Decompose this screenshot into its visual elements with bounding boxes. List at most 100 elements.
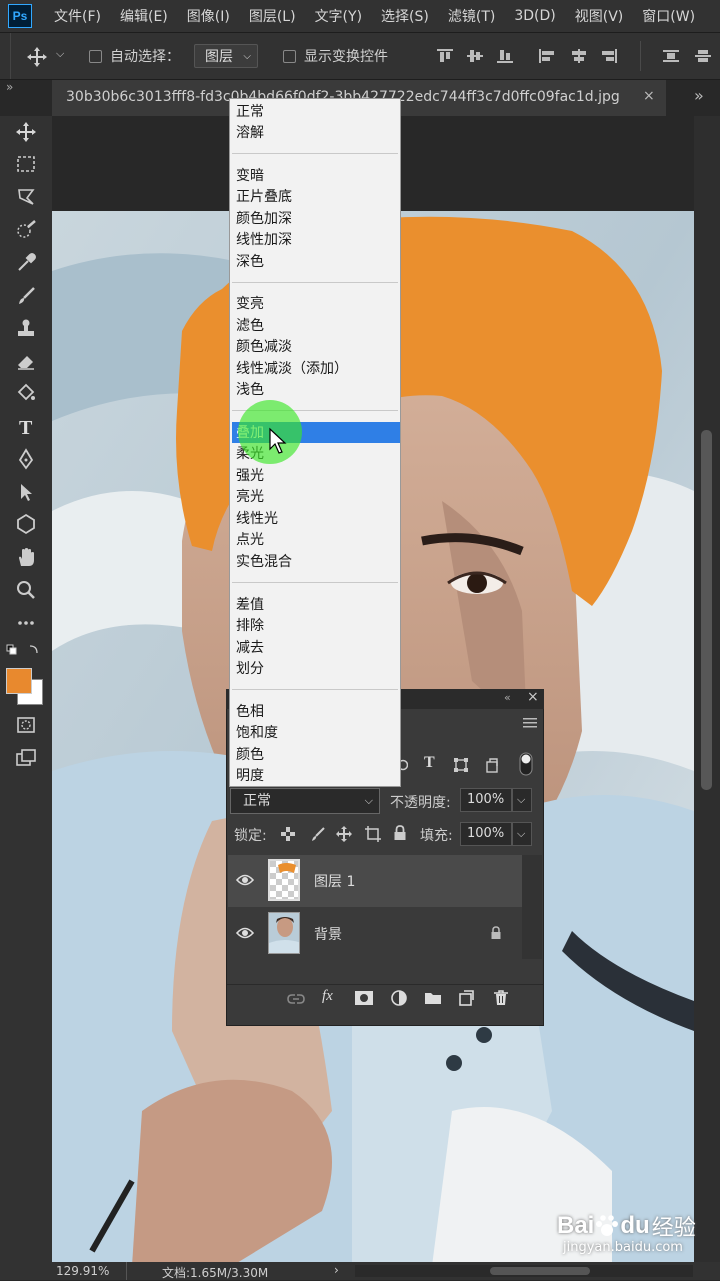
show-transform-checkbox[interactable] xyxy=(283,50,296,63)
zoom-tool-icon[interactable] xyxy=(13,579,39,601)
blend-difference[interactable]: 差值 xyxy=(236,596,264,614)
opacity-dropdown[interactable]: ⌵ xyxy=(512,788,532,812)
stamp-tool-icon[interactable] xyxy=(13,317,39,339)
fill-dropdown[interactable]: ⌵ xyxy=(512,822,532,846)
layer-row-background[interactable]: 背景 xyxy=(228,908,522,960)
filter-toggle-icon[interactable] xyxy=(519,752,533,776)
eye-icon[interactable] xyxy=(236,926,254,940)
menu-select[interactable]: 选择(S) xyxy=(381,6,429,26)
blend-exclusion[interactable]: 排除 xyxy=(236,617,264,635)
blend-screen[interactable]: 滤色 xyxy=(236,317,264,335)
more-tabs-icon[interactable]: » xyxy=(694,86,704,105)
blend-multiply[interactable]: 正片叠底 xyxy=(236,188,292,206)
align-top-icon[interactable] xyxy=(436,48,454,64)
blend-dissolve[interactable]: 溶解 xyxy=(236,124,264,142)
blend-linear-light[interactable]: 线性光 xyxy=(236,510,278,528)
move-tool-icon[interactable] xyxy=(26,46,48,68)
marquee-tool-icon[interactable] xyxy=(13,153,39,175)
close-panel-icon[interactable]: × xyxy=(527,689,539,705)
blend-pin-light[interactable]: 点光 xyxy=(236,531,264,549)
blend-linear-dodge[interactable]: 线性减淡（添加） xyxy=(236,360,348,378)
type-tool-icon[interactable]: T xyxy=(13,415,39,437)
blend-hue[interactable]: 色相 xyxy=(236,703,264,721)
brush-tool-icon[interactable] xyxy=(13,285,39,307)
blend-hard-light[interactable]: 强光 xyxy=(236,467,264,485)
new-layer-icon[interactable] xyxy=(458,990,474,1006)
blend-darken[interactable]: 变暗 xyxy=(236,167,264,185)
lock-transparent-icon[interactable] xyxy=(281,827,295,841)
tool-preset-chevron-icon[interactable]: ⌵ xyxy=(56,47,64,61)
foreground-color-swatch[interactable] xyxy=(6,668,32,694)
collapse-toolbar-icon[interactable]: » xyxy=(6,80,13,94)
trash-icon[interactable] xyxy=(493,990,509,1006)
blend-hard-mix[interactable]: 实色混合 xyxy=(236,553,292,571)
blend-luminosity[interactable]: 明度 xyxy=(236,767,264,785)
collapse-panel-icon[interactable]: « xyxy=(504,691,511,704)
horizontal-scroll-thumb[interactable] xyxy=(490,1267,590,1275)
filter-type-icon[interactable]: T xyxy=(424,754,435,772)
panel-menu-icon[interactable] xyxy=(523,717,537,729)
quick-select-tool-icon[interactable] xyxy=(13,219,39,241)
status-expand-icon[interactable]: › xyxy=(334,1263,339,1277)
filter-shape-icon[interactable] xyxy=(453,757,469,773)
shape-tool-icon[interactable] xyxy=(13,513,39,535)
eye-icon[interactable] xyxy=(236,873,254,887)
align-bottom-icon[interactable] xyxy=(496,48,514,64)
move-tool-icon[interactable] xyxy=(13,121,39,143)
menu-file[interactable]: 文件(F) xyxy=(54,6,101,26)
menu-type[interactable]: 文字(Y) xyxy=(315,6,362,26)
align-right-icon[interactable] xyxy=(600,48,618,64)
blend-color-dodge[interactable]: 颜色减淡 xyxy=(236,338,292,356)
align-left-icon[interactable] xyxy=(538,48,556,64)
blend-mode-select[interactable]: 正常 ⌵ xyxy=(230,788,380,814)
blend-normal[interactable]: 正常 xyxy=(236,103,264,121)
blend-darker-color[interactable]: 深色 xyxy=(236,253,264,271)
distribute-top-icon[interactable] xyxy=(662,48,680,64)
blend-color[interactable]: 颜色 xyxy=(236,746,264,764)
menu-edit[interactable]: 编辑(E) xyxy=(120,6,168,26)
lasso-tool-icon[interactable] xyxy=(13,186,39,208)
default-colors-icon[interactable] xyxy=(6,644,40,658)
menu-view[interactable]: 视图(V) xyxy=(575,6,624,26)
eraser-tool-icon[interactable] xyxy=(13,350,39,372)
paint-bucket-tool-icon[interactable] xyxy=(13,382,39,404)
blend-vivid-light[interactable]: 亮光 xyxy=(236,488,264,506)
blend-linear-burn[interactable]: 线性加深 xyxy=(236,231,292,249)
auto-select-target-select[interactable]: 图层 ⌵ xyxy=(194,44,258,68)
eyedropper-tool-icon[interactable] xyxy=(13,252,39,274)
lock-artboard-icon[interactable] xyxy=(364,826,382,842)
menu-image[interactable]: 图像(I) xyxy=(187,6,230,26)
lock-pixels-icon[interactable] xyxy=(310,826,326,842)
filter-smart-object-icon[interactable] xyxy=(484,757,500,773)
blend-lighter-color[interactable]: 浅色 xyxy=(236,381,264,399)
hand-tool-icon[interactable] xyxy=(13,546,39,568)
opacity-input[interactable]: 100% xyxy=(460,788,512,812)
layers-scroll-track[interactable] xyxy=(522,855,542,959)
layer-row-layer1[interactable]: 图层 1 xyxy=(228,855,522,907)
quick-mask-icon[interactable] xyxy=(13,714,39,736)
blend-divide[interactable]: 划分 xyxy=(236,660,264,678)
blend-subtract[interactable]: 减去 xyxy=(236,639,264,657)
align-hcenter-icon[interactable] xyxy=(570,48,588,64)
add-mask-icon[interactable] xyxy=(355,991,373,1005)
blend-color-burn[interactable]: 颜色加深 xyxy=(236,210,292,228)
layer-style-fx-icon[interactable]: fx xyxy=(322,988,333,1005)
lock-all-icon[interactable] xyxy=(393,825,407,841)
menu-window[interactable]: 窗口(W) xyxy=(642,6,695,26)
scrollbar-thumb[interactable] xyxy=(701,430,712,790)
adjustment-layer-icon[interactable] xyxy=(391,990,407,1006)
zoom-level[interactable]: 129.91% xyxy=(56,1264,109,1278)
menu-layer[interactable]: 图层(L) xyxy=(249,6,296,26)
lock-position-icon[interactable] xyxy=(336,826,352,842)
more-tools-icon[interactable] xyxy=(13,612,39,634)
screen-mode-icon[interactable] xyxy=(13,747,39,769)
align-vcenter-icon[interactable] xyxy=(466,48,484,64)
auto-select-checkbox[interactable] xyxy=(89,50,102,63)
link-layers-icon[interactable] xyxy=(286,992,306,1006)
path-select-tool-icon[interactable] xyxy=(13,481,39,503)
pen-tool-icon[interactable] xyxy=(13,448,39,470)
menu-3d[interactable]: 3D(D) xyxy=(514,8,555,24)
close-tab-icon[interactable]: × xyxy=(643,88,655,104)
menu-filter[interactable]: 滤镜(T) xyxy=(448,6,495,26)
blend-lighten[interactable]: 变亮 xyxy=(236,295,264,313)
